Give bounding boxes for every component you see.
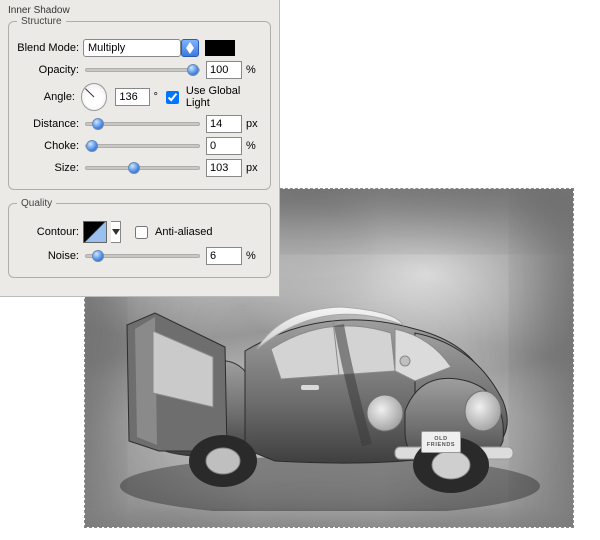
- angle-input[interactable]: 136: [115, 88, 149, 106]
- updown-icon[interactable]: [181, 39, 199, 57]
- panel-title: Inner Shadow: [8, 5, 70, 16]
- blend-mode-row: Blend Mode: Multiply: [17, 39, 262, 57]
- shadow-color-swatch[interactable]: [205, 40, 235, 56]
- contour-label: Contour:: [17, 226, 79, 238]
- angle-label: Angle:: [17, 91, 75, 103]
- angle-dial[interactable]: [81, 83, 107, 111]
- choke-unit: %: [246, 140, 262, 152]
- angle-row: Angle: 136 ° Use Global Light: [17, 83, 262, 111]
- distance-slider[interactable]: [85, 117, 200, 131]
- noise-input[interactable]: 6: [206, 247, 242, 265]
- license-plate: OLD FRIENDS: [421, 431, 461, 453]
- choke-row: Choke: 0 %: [17, 137, 262, 155]
- distance-unit: px: [246, 118, 262, 130]
- blend-mode-label: Blend Mode:: [17, 42, 79, 54]
- opacity-slider[interactable]: [85, 63, 200, 77]
- quality-group: Quality Contour: Anti-aliased Noise: 6 %: [8, 198, 271, 278]
- distance-input[interactable]: 14: [206, 115, 242, 133]
- size-row: Size: 103 px: [17, 159, 262, 177]
- choke-slider[interactable]: [85, 139, 200, 153]
- structure-legend: Structure: [17, 16, 66, 27]
- structure-group: Structure Blend Mode: Multiply Opacity: …: [8, 16, 271, 190]
- use-global-light-label: Use Global Light: [186, 85, 262, 109]
- anti-aliased-label: Anti-aliased: [155, 226, 212, 238]
- opacity-label: Opacity:: [17, 64, 79, 76]
- noise-row: Noise: 6 %: [17, 247, 262, 265]
- size-input[interactable]: 103: [206, 159, 242, 177]
- blend-mode-select[interactable]: Multiply: [83, 39, 181, 57]
- size-unit: px: [246, 162, 262, 174]
- size-label: Size:: [17, 162, 79, 174]
- noise-label: Noise:: [17, 250, 79, 262]
- quality-legend: Quality: [17, 198, 56, 209]
- noise-slider[interactable]: [85, 249, 200, 263]
- anti-aliased-checkbox[interactable]: [135, 226, 148, 239]
- choke-label: Choke:: [17, 140, 79, 152]
- chevron-down-icon[interactable]: [111, 221, 121, 243]
- use-global-light-checkbox[interactable]: [166, 91, 179, 104]
- layer-style-panel: Inner Shadow Structure Blend Mode: Multi…: [0, 0, 280, 297]
- choke-input[interactable]: 0: [206, 137, 242, 155]
- size-slider[interactable]: [85, 161, 200, 175]
- contour-row: Contour: Anti-aliased: [17, 221, 262, 243]
- distance-label: Distance:: [17, 118, 79, 130]
- plate-line2: FRIENDS: [427, 442, 455, 448]
- opacity-row: Opacity: 100 %: [17, 61, 262, 79]
- distance-row: Distance: 14 px: [17, 115, 262, 133]
- noise-unit: %: [246, 250, 262, 262]
- opacity-unit: %: [246, 64, 262, 76]
- angle-unit: °: [154, 91, 158, 103]
- opacity-input[interactable]: 100: [206, 61, 242, 79]
- contour-preview[interactable]: [83, 221, 107, 243]
